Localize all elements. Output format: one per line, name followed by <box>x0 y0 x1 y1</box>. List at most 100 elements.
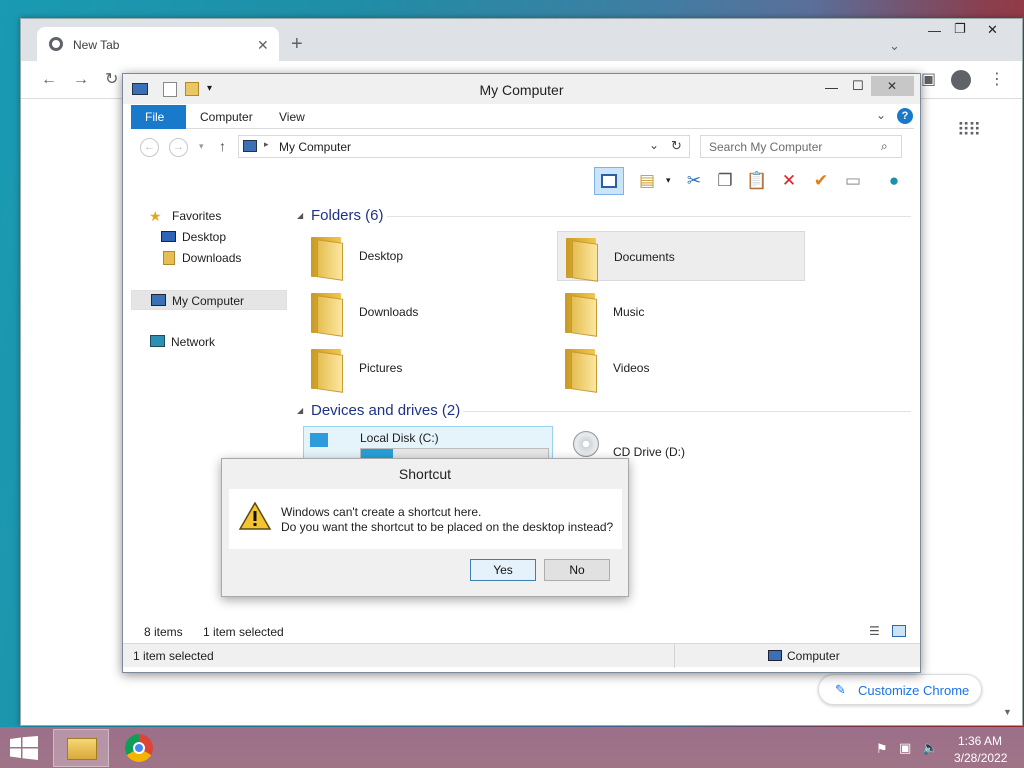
nav-network[interactable]: Network <box>131 332 287 352</box>
details-location: Computer <box>787 649 840 663</box>
up-button[interactable]: ↑ <box>219 138 226 154</box>
drive-label: CD Drive (D:) <box>613 445 685 459</box>
scrollbar-down-arrow[interactable]: ▼ <box>1003 707 1012 717</box>
folder-documents[interactable]: Documents <box>557 231 805 282</box>
folder-pictures[interactable]: Pictures <box>303 343 551 393</box>
back-icon[interactable]: ← <box>41 72 57 88</box>
start-button[interactable] <box>10 736 38 760</box>
forward-button[interactable]: → <box>169 138 188 157</box>
folders-group-header[interactable]: Folders (6) <box>311 207 384 224</box>
address-bar[interactable]: ▸ My Computer ⌄ ↻ <box>238 135 690 158</box>
windows-logo-icon <box>10 736 38 760</box>
item-count: 8 items <box>144 625 183 639</box>
back-button[interactable]: ← <box>140 138 159 157</box>
recent-locations-icon[interactable]: ▾ <box>199 141 204 152</box>
details-view-icon[interactable]: ☰ <box>869 624 880 638</box>
properties-dropdown-icon[interactable]: ▾ <box>666 175 671 186</box>
drive-local-disk[interactable]: Local Disk (C:) <box>303 426 553 460</box>
forward-icon[interactable]: → <box>73 72 89 88</box>
copy-icon[interactable]: ❐ <box>712 168 738 194</box>
chrome-tab-favicon <box>49 37 63 51</box>
tab-search-icon[interactable]: ⌄ <box>889 38 900 54</box>
close-button[interactable]: ✕ <box>871 76 914 96</box>
chrome-icon <box>125 734 153 762</box>
help-icon[interactable]: ? <box>897 108 913 124</box>
dialog-message-line2: Do you want the shortcut to be placed on… <box>281 520 614 534</box>
folder-music[interactable]: Music <box>557 287 805 337</box>
chrome-tab[interactable]: New Tab ✕ <box>37 27 279 61</box>
nav-favorites-label: Favorites <box>172 209 222 223</box>
file-explorer-icon <box>67 738 97 760</box>
maximize-icon[interactable]: ☐ <box>852 78 864 94</box>
tab-computer[interactable]: Computer <box>186 105 267 129</box>
chrome-maximize-icon[interactable]: ❐ <box>954 21 966 37</box>
clock-date[interactable]: 3/28/2022 <box>954 751 1007 765</box>
apps-grid-icon[interactable]: ⠿⠿ <box>957 121 981 139</box>
profile-avatar[interactable] <box>951 70 971 90</box>
yes-button[interactable]: Yes <box>470 559 536 581</box>
drives-group-header[interactable]: Devices and drives (2) <box>311 402 460 419</box>
nav-my-computer[interactable]: My Computer <box>131 290 287 310</box>
folder-downloads[interactable]: Downloads <box>303 287 551 337</box>
downloads-folder-icon <box>309 289 349 337</box>
paste-icon[interactable]: 📋 <box>744 168 770 194</box>
close-tab-icon[interactable]: ✕ <box>257 37 269 53</box>
customize-chrome-button[interactable]: ✎ Customize Chrome <box>818 674 982 705</box>
volume-muted-icon[interactable]: 🔈 <box>922 740 938 756</box>
details-separator <box>674 644 675 668</box>
ribbon-tabs: File Computer View ⌄ ? <box>131 105 914 129</box>
drives-divider <box>463 411 911 412</box>
taskbar: ⚑ ▣ 🔈 1:36 AM 3/28/2022 <box>0 727 1024 768</box>
network-globe-icon[interactable]: ● <box>881 168 907 194</box>
folder-label: Documents <box>614 250 675 264</box>
checkmark-icon[interactable]: ✔ <box>808 168 834 194</box>
search-input[interactable]: Search My Computer <box>709 140 822 154</box>
search-icon: ⌕ <box>881 139 888 153</box>
details-computer-icon <box>768 650 782 661</box>
minimize-icon[interactable]: — <box>825 80 838 95</box>
search-box[interactable]: Search My Computer ⌕ <box>700 135 902 158</box>
nav-downloads[interactable]: Downloads <box>131 248 287 268</box>
taskbar-file-explorer[interactable] <box>53 729 109 767</box>
folder-videos[interactable]: Videos <box>557 343 805 393</box>
taskbar-chrome[interactable] <box>112 729 168 767</box>
refresh-icon[interactable]: ↻ <box>671 138 682 154</box>
nav-downloads-label: Downloads <box>182 251 242 265</box>
nav-desktop[interactable]: Desktop <box>131 227 287 247</box>
large-icons-view-icon[interactable] <box>892 625 906 637</box>
videos-folder-icon <box>563 345 603 393</box>
side-panel-icon[interactable]: ▣ <box>921 72 936 88</box>
preview-pane-button[interactable] <box>594 167 624 195</box>
nav-desktop-label: Desktop <box>182 230 227 244</box>
warning-icon <box>239 502 271 530</box>
selection-count: 1 item selected <box>203 625 284 639</box>
tab-view[interactable]: View <box>265 105 319 129</box>
properties-icon[interactable]: ▤ <box>634 168 660 194</box>
details-selected: 1 item selected <box>133 649 214 663</box>
address-dropdown-icon[interactable]: ⌄ <box>649 138 659 152</box>
chrome-minimize-icon[interactable]: — <box>928 23 941 38</box>
cut-icon[interactable]: ✂ <box>681 168 707 194</box>
desktop-folder-icon <box>309 233 349 281</box>
ribbon-expand-icon[interactable]: ⌄ <box>876 108 886 122</box>
rename-icon[interactable]: ▭ <box>840 168 866 194</box>
drives-collapse-icon[interactable]: ◢ <box>297 406 303 415</box>
nav-favorites[interactable]: ★ Favorites <box>131 206 287 226</box>
address-computer-icon <box>243 140 257 152</box>
chrome-tab-title: New Tab <box>73 38 120 52</box>
chrome-menu-icon[interactable]: ⋮ <box>989 72 1005 88</box>
chrome-close-icon[interactable]: ✕ <box>987 22 998 38</box>
clock-time[interactable]: 1:36 AM <box>958 734 1002 748</box>
action-center-flag-icon[interactable]: ⚑ <box>876 741 888 757</box>
new-tab-icon[interactable]: + <box>291 34 303 54</box>
tab-file[interactable]: File <box>131 105 186 129</box>
no-button[interactable]: No <box>544 559 610 581</box>
folder-desktop[interactable]: Desktop <box>303 231 551 281</box>
folders-collapse-icon[interactable]: ◢ <box>297 211 303 220</box>
network-tray-icon[interactable]: ▣ <box>899 740 911 756</box>
folder-label: Pictures <box>359 361 403 375</box>
delete-icon[interactable]: ✕ <box>776 168 802 194</box>
reload-icon[interactable]: ↻ <box>105 72 118 88</box>
close-icon: ✕ <box>887 79 898 93</box>
address-text: My Computer <box>279 140 352 154</box>
